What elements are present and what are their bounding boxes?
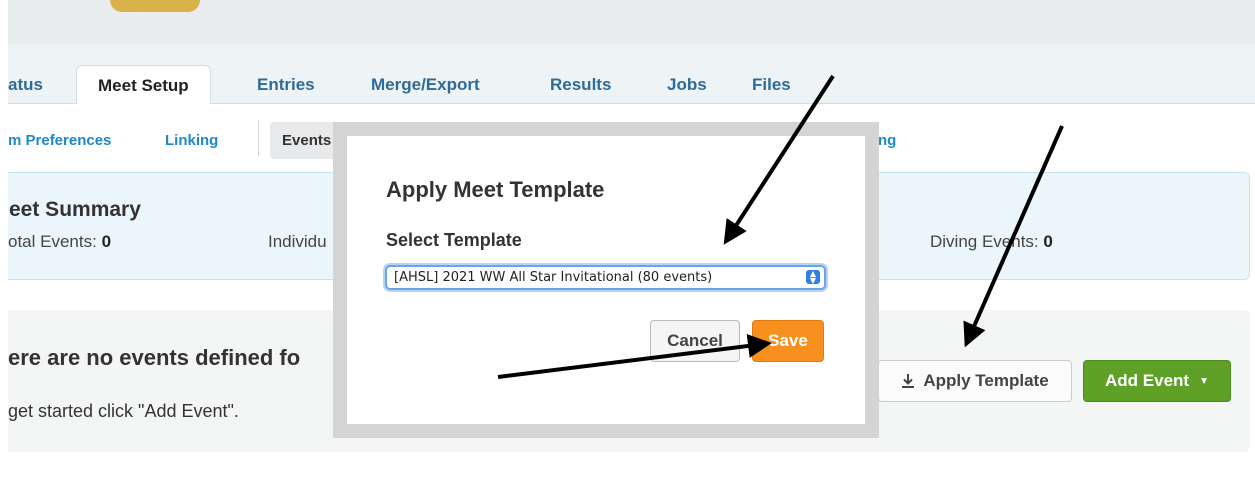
tab-meet-setup[interactable]: Meet Setup xyxy=(76,65,211,105)
header-badge xyxy=(110,0,200,12)
subnav-preferences[interactable]: m Preferences xyxy=(8,132,111,149)
tab-results[interactable]: Results xyxy=(550,66,611,104)
save-label: Save xyxy=(768,331,808,350)
subnav-item-partial[interactable]: ng xyxy=(878,132,896,149)
no-events-title: ere are no events defined fo xyxy=(8,345,301,370)
tab-jobs[interactable]: Jobs xyxy=(667,66,707,104)
select-template-label: Select Template xyxy=(386,230,522,250)
main-tab-bar: atus Meet Setup Entries Merge/Export Res… xyxy=(0,44,1255,105)
total-events-stat: otal Events: 0 xyxy=(8,232,111,252)
meet-summary-title: eet Summary xyxy=(9,198,141,221)
cancel-label: Cancel xyxy=(667,331,723,350)
tab-entries[interactable]: Entries xyxy=(257,66,315,104)
tab-status[interactable]: atus xyxy=(8,66,43,104)
template-select-value: [AHSL] 2021 WW All Star Invitational (80… xyxy=(394,270,713,285)
left-edge xyxy=(0,0,8,477)
tab-files[interactable]: Files xyxy=(752,66,791,104)
individual-events-stat: Individu xyxy=(268,232,327,252)
select-updown-icon: ▲ ▼ xyxy=(806,270,820,285)
caret-down-icon: ▼ xyxy=(1199,375,1209,387)
apply-template-button[interactable]: Apply Template xyxy=(878,360,1072,402)
subnav-linking[interactable]: Linking xyxy=(165,132,218,149)
subnav-divider xyxy=(258,120,259,156)
total-events-label: otal Events: xyxy=(8,232,102,251)
tab-merge-export[interactable]: Merge/Export xyxy=(371,66,480,104)
add-event-label: Add Event xyxy=(1105,371,1190,390)
download-icon xyxy=(902,374,915,388)
individual-events-label: Individu xyxy=(268,232,327,251)
modal-title: Apply Meet Template xyxy=(386,177,605,202)
diving-events-stat: Diving Events: 0 xyxy=(930,232,1053,252)
save-button[interactable]: Save xyxy=(752,320,824,362)
diving-events-label: Diving Events: xyxy=(930,232,1044,251)
template-select[interactable]: [AHSL] 2021 WW All Star Invitational (80… xyxy=(385,265,826,290)
no-events-hint: get started click "Add Event". xyxy=(8,401,239,421)
add-event-button[interactable]: Add Event ▼ xyxy=(1083,360,1231,402)
total-events-value: 0 xyxy=(101,232,112,251)
diving-events-value: 0 xyxy=(1043,232,1053,251)
cancel-button[interactable]: Cancel xyxy=(650,320,740,362)
apply-template-label: Apply Template xyxy=(923,371,1049,390)
top-header-bar xyxy=(0,0,1255,44)
